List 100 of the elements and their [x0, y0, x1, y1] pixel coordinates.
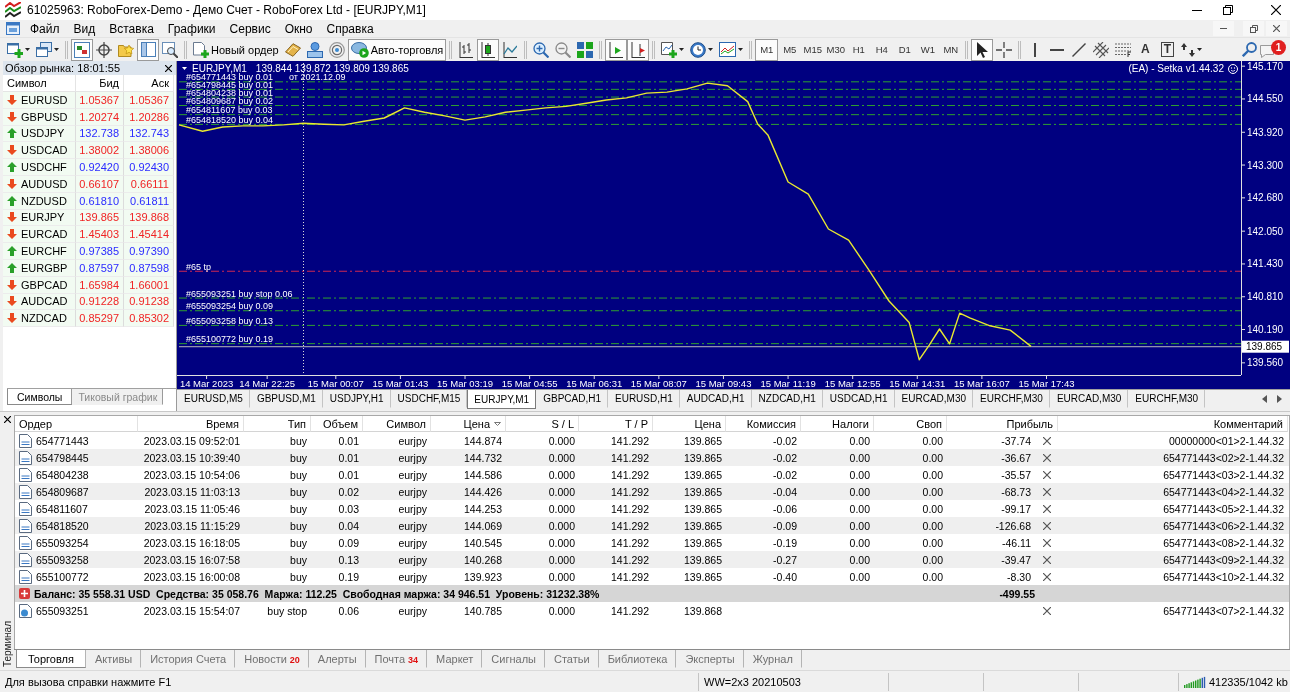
comment: 654771443<06>2-1.44.32	[1162, 518, 1285, 534]
close-order-button[interactable]	[1043, 487, 1051, 496]
order-label: #655100772 buy 0.19	[186, 334, 274, 345]
column-header[interactable]: Объем	[311, 416, 363, 432]
menu-item[interactable]: Справка	[319, 20, 381, 37]
menu-item[interactable]: Вид	[66, 20, 103, 37]
restore-button[interactable]	[1243, 21, 1264, 36]
scroll-left-icon[interactable]	[1262, 395, 1267, 403]
menu-item[interactable]: Сервис	[222, 20, 278, 37]
comment: 654771443<02>2-1.44.32	[1162, 450, 1285, 466]
order-number[interactable]: 654809687	[36, 485, 89, 498]
chat-bubble-icon	[1260, 44, 1274, 58]
column-header[interactable]: Символ	[363, 416, 431, 432]
timeframe-button[interactable]: MN	[939, 38, 963, 61]
column-header[interactable]: Тип	[244, 416, 311, 432]
drawing-tool-button[interactable]: A	[1134, 38, 1157, 61]
close-order-button[interactable]	[1043, 555, 1051, 564]
order-label: #655093254 buy 0.09	[186, 301, 274, 312]
timeframe-button[interactable]: M15	[801, 38, 825, 61]
order-number[interactable]: 654818520	[36, 519, 89, 532]
column-header[interactable]: Аск	[124, 75, 174, 92]
menu-item[interactable]: Графики	[160, 20, 223, 37]
column-header[interactable]: Комментарий	[1058, 416, 1288, 432]
order-number[interactable]: 654771443	[36, 434, 89, 447]
order-label: #655093251 buy stop 0.06	[186, 288, 293, 299]
order-number[interactable]: 655093254	[36, 536, 89, 549]
commission: -0.40	[772, 569, 798, 585]
close-order-button[interactable]	[1043, 504, 1051, 513]
menu-item[interactable]: Окно	[277, 20, 320, 37]
column-header[interactable]: Комиссия	[726, 416, 801, 432]
auto-trading-button[interactable]: Авто-торговля	[347, 38, 447, 61]
volume: 0.03	[337, 501, 360, 517]
timeframe-button[interactable]: M1	[755, 38, 779, 61]
chart-tab[interactable]: EURJPY,M1	[467, 390, 537, 409]
column-header[interactable]: T / P	[579, 416, 653, 432]
timeframe-button[interactable]: M30	[824, 38, 848, 61]
close-icon	[1043, 521, 1051, 530]
drawing-tool-button[interactable]: T	[1156, 38, 1179, 61]
close-order-button[interactable]	[1043, 538, 1051, 547]
chart-mode-button[interactable]	[477, 38, 500, 61]
panel-tab[interactable]: Символы	[7, 389, 73, 405]
close-button[interactable]	[165, 64, 172, 72]
terminal-tab[interactable]: Торговля	[16, 650, 86, 668]
timeframe-button[interactable]: H4	[870, 38, 894, 61]
market-watch-button[interactable]	[71, 38, 93, 61]
terminal-button[interactable]	[137, 38, 159, 61]
open-price: 144.069	[463, 518, 503, 534]
open-time: 2023.03.15 11:03:13	[143, 484, 241, 500]
timeframe-button[interactable]: M5	[778, 38, 802, 61]
close-icon	[1043, 606, 1051, 615]
zoom-out-icon	[555, 41, 572, 58]
current-price: 139.865	[683, 484, 723, 500]
column-header[interactable]: S / L	[506, 416, 579, 432]
take-profit: 141.292	[610, 603, 650, 619]
column-header[interactable]: Своп	[874, 416, 947, 432]
column-header[interactable]: Цена	[431, 416, 506, 432]
scroll-right-icon[interactable]	[1277, 395, 1282, 403]
commission: -0.02	[772, 433, 798, 449]
comment: 654771443<07>2-1.44.32	[1162, 603, 1285, 619]
order-number[interactable]: 655093251	[36, 604, 89, 617]
column-header[interactable]: Время	[138, 416, 244, 432]
order-type: buy	[289, 569, 308, 585]
swap: 0.00	[921, 467, 944, 483]
chart-toggle-button[interactable]	[627, 38, 650, 61]
close-icon	[1271, 5, 1281, 15]
close-order-button[interactable]	[1043, 470, 1051, 479]
close-button[interactable]	[1266, 21, 1287, 36]
order-type: buy	[289, 535, 308, 551]
close-button[interactable]	[3, 416, 11, 423]
column-header[interactable]: Цена	[653, 416, 726, 432]
column-header[interactable]: Налоги	[801, 416, 874, 432]
crosshair-icon	[996, 41, 1013, 58]
drawing-tool-button[interactable]	[971, 38, 994, 61]
order-number[interactable]: 655093258	[36, 553, 89, 566]
close-order-button[interactable]	[1043, 521, 1051, 530]
axis-label: 15 Mar 09:43	[695, 378, 752, 389]
comment: 654771443<04>2-1.44.32	[1162, 484, 1285, 500]
timeframe-button[interactable]: W1	[916, 38, 940, 61]
stop-loss: 0.000	[547, 535, 576, 551]
close-order-button[interactable]	[1043, 453, 1051, 462]
caret-icon	[738, 48, 744, 51]
notifications-button[interactable]: 1	[1260, 38, 1286, 61]
order-number[interactable]: 654798445	[36, 451, 89, 464]
menu-item[interactable]: Вставка	[102, 20, 161, 37]
close-order-button[interactable]	[1043, 572, 1051, 581]
column-header[interactable]: Прибыль	[947, 416, 1058, 432]
close-order-button[interactable]	[1043, 606, 1051, 615]
order-number[interactable]: 654811607	[36, 502, 88, 515]
chart-toggle-button[interactable]	[605, 38, 628, 61]
menu-item[interactable]: Файл	[23, 20, 67, 37]
new-order-button[interactable]: Новый ордер	[190, 38, 282, 61]
column-header[interactable]: Символ	[3, 75, 76, 92]
close-order-button[interactable]	[1043, 436, 1051, 445]
timeframe-button[interactable]: H1	[847, 38, 871, 61]
order-number[interactable]: 655100772	[36, 570, 89, 583]
timeframe-button[interactable]: D1	[893, 38, 917, 61]
column-header[interactable]: Бид	[76, 75, 124, 92]
logo-icon	[5, 2, 21, 18]
symbol: eurjpy	[397, 450, 428, 466]
order-number[interactable]: 654804238	[36, 468, 89, 481]
